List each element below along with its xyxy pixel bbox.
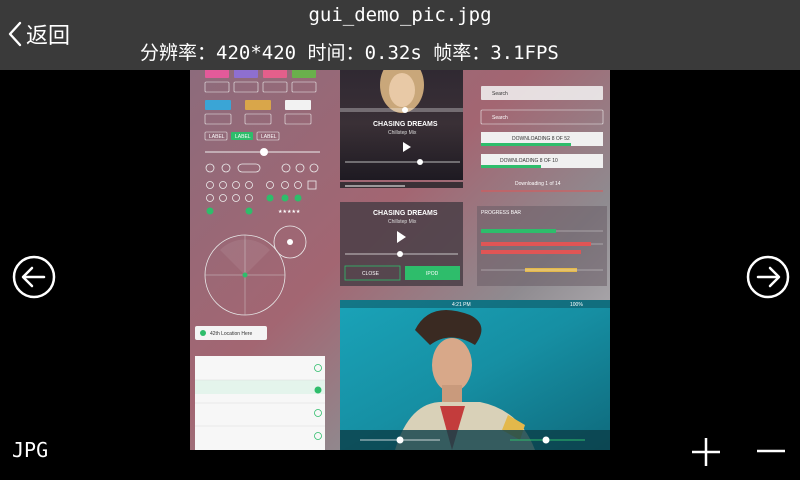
- image-viewer-screen: LABEL LABEL LABEL ★★★★★ 42th Location He…: [0, 0, 800, 480]
- svg-text:Chillstep Mix: Chillstep Mix: [388, 219, 417, 225]
- svg-text:PROGRESS BAR: PROGRESS BAR: [481, 210, 521, 216]
- svg-text:DOWNLOADING 8 OF 10: DOWNLOADING 8 OF 10: [500, 158, 558, 164]
- fps-label: 帧率：: [433, 42, 491, 64]
- image-format: JPG: [12, 438, 49, 462]
- svg-text:Chillstep Mix: Chillstep Mix: [388, 130, 417, 136]
- resolution-label: 分辨率：: [140, 42, 217, 64]
- svg-text:Search: Search: [492, 115, 508, 121]
- svg-text:CHASING DREAMS: CHASING DREAMS: [373, 121, 438, 128]
- svg-text:Downloading 1 of 14: Downloading 1 of 14: [515, 181, 561, 187]
- svg-text:LABEL: LABEL: [235, 134, 251, 140]
- circle-arrow-left-icon: [12, 255, 56, 299]
- svg-text:IPOD: IPOD: [426, 271, 439, 277]
- plus-icon: [692, 438, 720, 466]
- time-value: 0.32s: [364, 42, 422, 64]
- svg-text:4:21 PM: 4:21 PM: [452, 302, 471, 308]
- svg-text:42th Location Here: 42th Location Here: [210, 331, 252, 337]
- svg-text:CLOSE: CLOSE: [362, 271, 380, 277]
- next-image-button[interactable]: [746, 255, 790, 299]
- circle-arrow-right-icon: [746, 255, 790, 299]
- svg-text:100%: 100%: [570, 302, 583, 308]
- resolution-value: 420*420: [216, 42, 297, 64]
- svg-text:Search: Search: [492, 91, 508, 97]
- minus-icon: [757, 449, 785, 453]
- image-info: 分辨率：420*420 时间：0.32s 帧率：3.1FPS: [140, 38, 559, 65]
- zoom-out-button[interactable]: [753, 432, 789, 468]
- svg-text:CHASING DREAMS: CHASING DREAMS: [373, 210, 438, 217]
- zoom-in-button[interactable]: [688, 432, 724, 468]
- previous-image-button[interactable]: [12, 255, 56, 299]
- fps-value: 3.1FPS: [490, 42, 559, 64]
- gui-demo-picture: LABEL LABEL LABEL ★★★★★ 42th Location He…: [190, 30, 610, 450]
- svg-text:LABEL: LABEL: [209, 134, 225, 140]
- svg-text:LABEL: LABEL: [261, 134, 277, 140]
- file-name: gui_demo_pic.jpg: [308, 4, 492, 26]
- preview-image: LABEL LABEL LABEL ★★★★★ 42th Location He…: [190, 30, 610, 450]
- svg-text:★★★★★: ★★★★★: [278, 209, 301, 215]
- time-label: 时间：: [307, 42, 365, 64]
- top-bar: 返回 gui_demo_pic.jpg 分辨率：420*420 时间：0.32s…: [0, 0, 800, 70]
- svg-text:DOWNLOADING 8 OF 52: DOWNLOADING 8 OF 52: [512, 136, 570, 142]
